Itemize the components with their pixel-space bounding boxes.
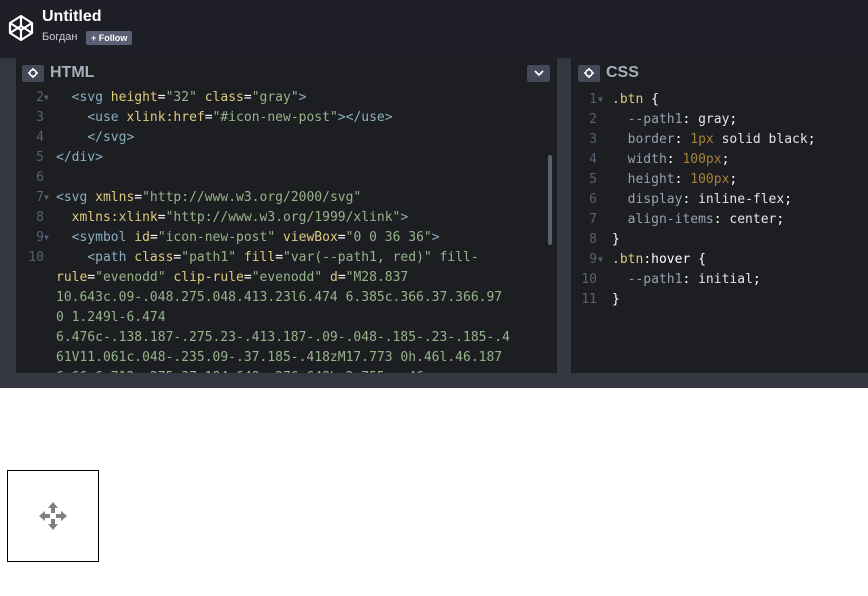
html-collapse-button[interactable]	[527, 65, 550, 82]
line-number: 6	[589, 192, 597, 207]
html-code-line[interactable]: 8 xmlns:xlink="http://www.w3.org/1999/xl…	[16, 208, 546, 228]
html-code-line[interactable]: 3 <use xlink:href="#icon-new-post"></use…	[16, 108, 546, 128]
preview-pane	[0, 388, 868, 596]
line-number: 10	[581, 272, 597, 287]
line-number: 10	[28, 250, 44, 265]
line-number: 8	[36, 210, 44, 225]
pen-title[interactable]: Untitled	[42, 8, 102, 26]
html-code-line[interactable]: 4 </svg>	[16, 128, 546, 148]
code-text: <symbol id="icon-new-post" viewBox="0 0 …	[71, 230, 440, 245]
html-pane-title: HTML	[50, 64, 95, 81]
css-code-line[interactable]: 7 align-items: center;	[571, 210, 868, 230]
css-pane-header: CSS	[571, 60, 868, 88]
code-text: align-items: center;	[627, 212, 785, 227]
code-text: xmlns:xlink="http://www.w3.org/1999/xlin…	[71, 210, 409, 225]
left-resize-handle[interactable]	[0, 58, 16, 388]
line-number: 4	[36, 130, 44, 145]
html-code-line[interactable]: 2 ▼ <svg height="32" class="gray">	[16, 88, 546, 108]
html-pane-header: HTML	[16, 60, 557, 88]
css-code-editor[interactable]: 1 ▼ .btn {2 --path1: gray; 3 border: 1px so…	[571, 90, 868, 373]
html-code-line[interactable]: 6.476c-.138.187-.275.23-.413.187-.09-.04…	[16, 328, 546, 348]
html-code-line[interactable]: 61V11.061c.048-.235.09-.37.185-.418zM17.…	[16, 348, 546, 368]
line-number: 4	[589, 152, 597, 167]
css-code-line[interactable]: 6 display: inline-flex;	[571, 190, 868, 210]
fold-arrow-icon[interactable]: ▼	[44, 188, 49, 208]
line-number: 3	[36, 110, 44, 125]
css-code-line[interactable]: 4 width: 100px;	[571, 150, 868, 170]
editor-resize-bar[interactable]	[0, 373, 868, 388]
html-code-line[interactable]: 0 1.249l-6.474	[16, 308, 546, 328]
css-settings-button[interactable]	[578, 65, 600, 82]
editor-area: HTML CSS 2 ▼ <svg height="32" class="gray…	[0, 58, 868, 388]
code-text: height: 100px;	[627, 172, 738, 187]
line-number: 2	[589, 112, 597, 127]
code-text: </div>	[56, 150, 103, 165]
gear-icon	[584, 68, 594, 78]
line-number: 6	[36, 170, 44, 185]
css-code-line[interactable]: 5 height: 100px;	[571, 170, 868, 190]
css-code-line[interactable]: 9 ▼ .btn:hover {	[571, 250, 868, 270]
code-text: 61V11.061c.048-.235.09-.37.185-.418zM17.…	[56, 350, 503, 365]
code-text: .btn:hover {	[612, 252, 706, 267]
author-name[interactable]: Богдан	[42, 31, 77, 43]
line-number: 7	[36, 190, 44, 205]
html-code-line[interactable]: 6	[16, 168, 546, 188]
code-text: 10.643c.09-.048.275.048.413.23l6.474 6.3…	[56, 290, 503, 305]
line-number: 1	[589, 92, 597, 107]
html-code-line[interactable]: 10.643c.09-.048.275.048.413.23l6.474 6.3…	[16, 288, 546, 308]
css-code-line[interactable]: 1 ▼ .btn {	[571, 90, 868, 110]
code-text: }	[612, 292, 620, 307]
css-code-line[interactable]: 3 border: 1px solid black;	[571, 130, 868, 150]
code-text: <svg xmlns="http://www.w3.org/2000/svg"	[56, 190, 362, 205]
code-text: <path class="path1" fill="var(--path1, r…	[87, 250, 479, 265]
line-number: 9	[36, 230, 44, 245]
html-code-editor[interactable]: 2 ▼ <svg height="32" class="gray"> 3 <use …	[16, 88, 546, 373]
chevron-down-icon	[533, 70, 544, 77]
header: Untitled Богдан + Follow	[0, 0, 868, 58]
pane-resize-handle[interactable]	[557, 58, 571, 388]
code-text: .btn {	[612, 92, 659, 107]
html-code-line[interactable]: 5 </div>	[16, 148, 546, 168]
line-number: 11	[581, 292, 597, 307]
css-pane-title: CSS	[606, 64, 639, 81]
move-arrows-icon	[39, 502, 67, 530]
code-text: <svg height="32" class="gray">	[71, 90, 307, 105]
html-settings-button[interactable]	[22, 65, 44, 82]
html-code-line[interactable]: 9 ▼ <symbol id="icon-new-post" viewBox="0…	[16, 228, 546, 248]
line-number: 9	[589, 252, 597, 267]
code-text: 6.476c-.138.187-.275.23-.413.187-.09-.04…	[56, 330, 510, 345]
code-text: border: 1px solid black;	[627, 132, 816, 147]
fold-arrow-icon[interactable]: ▼	[598, 90, 603, 110]
gear-icon	[28, 68, 38, 78]
code-text: display: inline-flex;	[627, 192, 793, 207]
code-text: width: 100px;	[627, 152, 730, 167]
css-code-line[interactable]: 10 --path1: initial;	[571, 270, 868, 290]
line-number: 7	[589, 212, 597, 227]
css-code-line[interactable]: 11}	[571, 290, 868, 310]
line-number: 5	[36, 150, 44, 165]
line-number: 8	[589, 232, 597, 247]
follow-button[interactable]: + Follow	[86, 31, 133, 45]
code-text: </svg>	[87, 130, 135, 145]
line-number: 2	[36, 90, 44, 105]
code-text: --path1: gray;	[627, 112, 738, 127]
codepen-logo-icon[interactable]	[8, 14, 34, 42]
code-text: <use xlink:href="#icon-new-post"></use>	[87, 110, 393, 125]
html-code-line[interactable]: 10 <path class="path1" fill="var(--path1…	[16, 248, 546, 268]
line-number: 3	[589, 132, 597, 147]
html-scrollbar[interactable]	[548, 155, 552, 245]
fold-arrow-icon[interactable]: ▼	[44, 88, 49, 108]
code-text: --path1: initial;	[627, 272, 761, 287]
fold-arrow-icon[interactable]: ▼	[44, 228, 49, 248]
html-code-line[interactable]: 7 ▼ <svg xmlns="http://www.w3.org/2000/svg…	[16, 188, 546, 208]
html-code-line[interactable]: rule="evenodd" clip-rule="evenodd" d="M2…	[16, 268, 546, 288]
line-number: 5	[589, 172, 597, 187]
css-code-line[interactable]: 2 --path1: gray;	[571, 110, 868, 130]
preview-button[interactable]	[7, 470, 99, 562]
code-text: }	[612, 232, 620, 247]
css-code-line[interactable]: 8}	[571, 230, 868, 250]
code-text: rule="evenodd" clip-rule="evenodd" d="M2…	[56, 270, 409, 285]
code-text: 0 1.249l-6.474	[56, 310, 166, 325]
fold-arrow-icon[interactable]: ▼	[598, 250, 603, 270]
